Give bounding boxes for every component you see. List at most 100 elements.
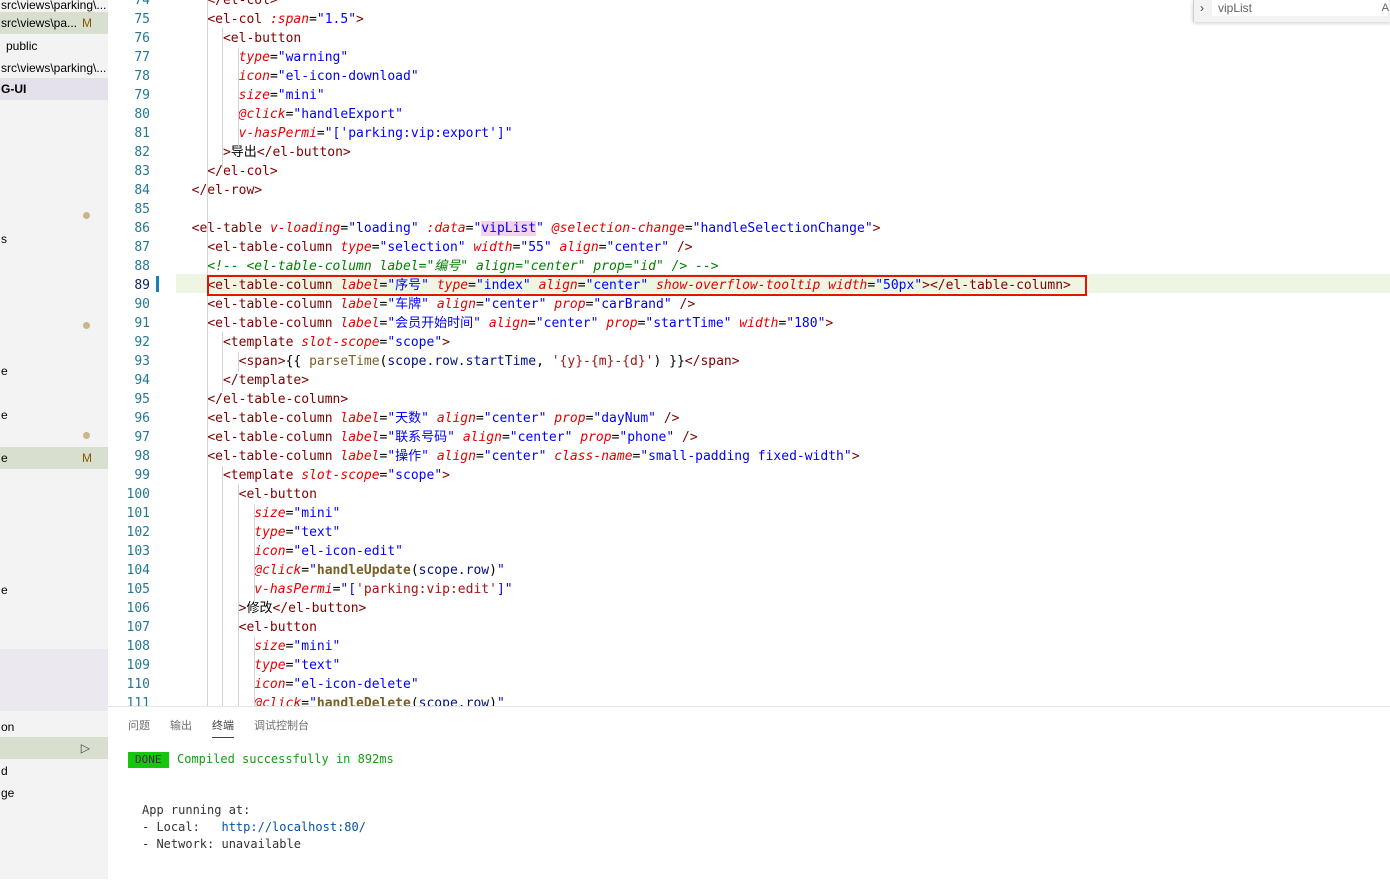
code-line[interactable]: 90 <el-table-column label="车牌" align="ce… bbox=[108, 295, 1390, 314]
local-label: - Local: bbox=[142, 820, 222, 834]
sidebar-fragment[interactable]: d bbox=[0, 760, 108, 782]
sidebar-fragment[interactable]: e bbox=[0, 579, 108, 601]
app-running-text: App running at: bbox=[142, 803, 251, 817]
match-case-toggle[interactable]: A bbox=[1382, 0, 1389, 16]
tab-terminal[interactable]: 终端 bbox=[212, 717, 234, 738]
code-line[interactable]: 111 @click="handleDelete(scope.row)" bbox=[108, 694, 1390, 706]
line-number: 92 bbox=[134, 335, 150, 350]
code-line[interactable]: 87 <el-table-column type="selection" wid… bbox=[108, 238, 1390, 257]
indent-guide bbox=[238, 352, 239, 372]
code-line[interactable]: 98 <el-table-column label="操作" align="ce… bbox=[108, 447, 1390, 466]
code-editor[interactable]: 74 </el-col> 75 <el-col :span="1.5"> 76 <e… bbox=[108, 0, 1390, 706]
line-number: 79 bbox=[134, 88, 150, 103]
code-line[interactable]: 77 type="warning" bbox=[108, 48, 1390, 67]
indent-guide bbox=[254, 637, 255, 706]
line-code: <!-- <el-table-column label="编号" align="… bbox=[207, 259, 719, 274]
sidebar-run-row[interactable]: ▷ bbox=[0, 737, 108, 759]
code-line[interactable]: 105 v-hasPermi="['parking:vip:edit']" bbox=[108, 580, 1390, 599]
modified-dot-icon bbox=[83, 212, 90, 219]
line-code: size="mini" bbox=[254, 506, 341, 521]
line-number: 94 bbox=[134, 373, 150, 388]
line-code: type="text" bbox=[254, 525, 341, 540]
code-line[interactable]: 85 bbox=[108, 200, 1390, 219]
find-input[interactable]: vipList bbox=[1212, 0, 1388, 16]
line-number: 80 bbox=[134, 107, 150, 122]
code-line[interactable]: 94 </template> bbox=[108, 371, 1390, 390]
code-line[interactable]: 103 icon="el-icon-edit" bbox=[108, 542, 1390, 561]
play-icon[interactable]: ▷ bbox=[81, 737, 90, 759]
tab-debug-console[interactable]: 调试控制台 bbox=[254, 717, 309, 737]
modified-badge: M bbox=[82, 451, 92, 465]
line-code: @click="handleUpdate(scope.row)" bbox=[254, 563, 505, 578]
sidebar-item-label: src\views\pa... bbox=[1, 16, 78, 30]
tab-problems[interactable]: 问题 bbox=[128, 717, 150, 737]
line-number: 81 bbox=[134, 126, 150, 141]
code-line[interactable]: 78 icon="el-icon-download" bbox=[108, 67, 1390, 86]
code-line[interactable]: 102 type="text" bbox=[108, 523, 1390, 542]
line-code: <template slot-scope="scope"> bbox=[222, 468, 450, 483]
code-line[interactable]: 88 <!-- <el-table-column label="编号" alig… bbox=[108, 257, 1390, 276]
code-line[interactable]: 107 <el-button bbox=[108, 618, 1390, 637]
line-code: </el-col> bbox=[207, 164, 278, 179]
sidebar-fragment[interactable]: e bbox=[0, 360, 108, 382]
find-widget[interactable]: › vipList A bbox=[1193, 0, 1390, 22]
sidebar-fragment[interactable]: s bbox=[0, 228, 108, 250]
code-line[interactable]: 108 size="mini" bbox=[108, 637, 1390, 656]
code-line[interactable]: 84 </el-row> bbox=[108, 181, 1390, 200]
line-number: 87 bbox=[134, 240, 150, 255]
bottom-panel: 问题 输出 终端 调试控制台 DONE Compiled successfull… bbox=[108, 706, 1390, 880]
explorer-sidebar: src\views\parking\... src\views\pa... M … bbox=[0, 0, 108, 879]
code-line[interactable]: 76 <el-button bbox=[108, 29, 1390, 48]
code-line[interactable]: 97 <el-table-column label="联系号码" align="… bbox=[108, 428, 1390, 447]
code-line[interactable]: 81 v-hasPermi="['parking:vip:export']" bbox=[108, 124, 1390, 143]
sidebar-fragment[interactable]: ge bbox=[0, 782, 108, 804]
line-code: </el-table-column> bbox=[207, 392, 349, 407]
line-number: 84 bbox=[134, 183, 150, 198]
code-line[interactable]: 83 </el-col> bbox=[108, 162, 1390, 181]
sidebar-item-file-3[interactable]: src\views\parking\... bbox=[0, 57, 108, 79]
indent-guide bbox=[238, 484, 239, 706]
sidebar-item-active[interactable]: e M bbox=[0, 447, 108, 469]
code-line[interactable]: 91 <el-table-column label="会员开始时间" align… bbox=[108, 314, 1390, 333]
code-line[interactable]: 99 <template slot-scope="scope"> bbox=[108, 466, 1390, 485]
sidebar-item-file-2[interactable]: src\views\pa... M bbox=[0, 12, 108, 34]
line-code: type="text" bbox=[254, 658, 341, 673]
code-line[interactable]: 100 <el-button bbox=[108, 485, 1390, 504]
code-line[interactable]: 106 >修改</el-button> bbox=[108, 599, 1390, 618]
code-line[interactable]: 101 size="mini" bbox=[108, 504, 1390, 523]
tab-output[interactable]: 输出 bbox=[170, 717, 192, 737]
sidebar-item-label: src\views\parking\... bbox=[1, 61, 107, 75]
line-code: type="warning" bbox=[238, 50, 349, 65]
sidebar-item-project[interactable]: G-UI bbox=[0, 78, 108, 100]
line-number: 77 bbox=[134, 50, 150, 65]
line-number: 103 bbox=[126, 544, 150, 559]
line-code: size="mini" bbox=[238, 88, 325, 103]
line-number: 110 bbox=[126, 677, 150, 692]
line-number: 106 bbox=[126, 601, 150, 616]
network-line: - Network: unavailable bbox=[142, 837, 301, 851]
line-number: 88 bbox=[134, 259, 150, 274]
local-url-link[interactable]: http://localhost:80/ bbox=[221, 820, 366, 834]
chevron-right-icon[interactable]: › bbox=[1200, 0, 1204, 16]
line-code: </el-row> bbox=[191, 183, 263, 198]
sidebar-fragment[interactable]: e bbox=[0, 404, 108, 426]
sidebar-item-public[interactable]: public bbox=[0, 35, 108, 57]
code-line[interactable]: 93 <span>{{ parseTime(scope.row.startTim… bbox=[108, 352, 1390, 371]
code-line[interactable]: 80 @click="handleExport" bbox=[108, 105, 1390, 124]
code-line[interactable]: 109 type="text" bbox=[108, 656, 1390, 675]
line-code: @click="handleDelete(scope.row)" bbox=[254, 696, 505, 706]
code-line[interactable]: 96 <el-table-column label="天数" align="ce… bbox=[108, 409, 1390, 428]
code-line[interactable]: 86 <el-table v-loading="loading" :data="… bbox=[108, 219, 1390, 238]
sidebar-fragment[interactable]: on bbox=[0, 716, 108, 738]
line-code: v-hasPermi="['parking:vip:export']" bbox=[238, 126, 513, 141]
code-line[interactable]: 82 >导出</el-button> bbox=[108, 143, 1390, 162]
code-line[interactable]: 79 size="mini" bbox=[108, 86, 1390, 105]
line-code: v-hasPermi="['parking:vip:edit']" bbox=[254, 582, 513, 597]
code-line[interactable]: 104 @click="handleUpdate(scope.row)" bbox=[108, 561, 1390, 580]
line-number: 83 bbox=[134, 164, 150, 179]
code-line[interactable]: 95 </el-table-column> bbox=[108, 390, 1390, 409]
line-number: 105 bbox=[126, 582, 150, 597]
line-number: 96 bbox=[134, 411, 150, 426]
code-line[interactable]: 92 <template slot-scope="scope"> bbox=[108, 333, 1390, 352]
code-line[interactable]: 110 icon="el-icon-delete" bbox=[108, 675, 1390, 694]
